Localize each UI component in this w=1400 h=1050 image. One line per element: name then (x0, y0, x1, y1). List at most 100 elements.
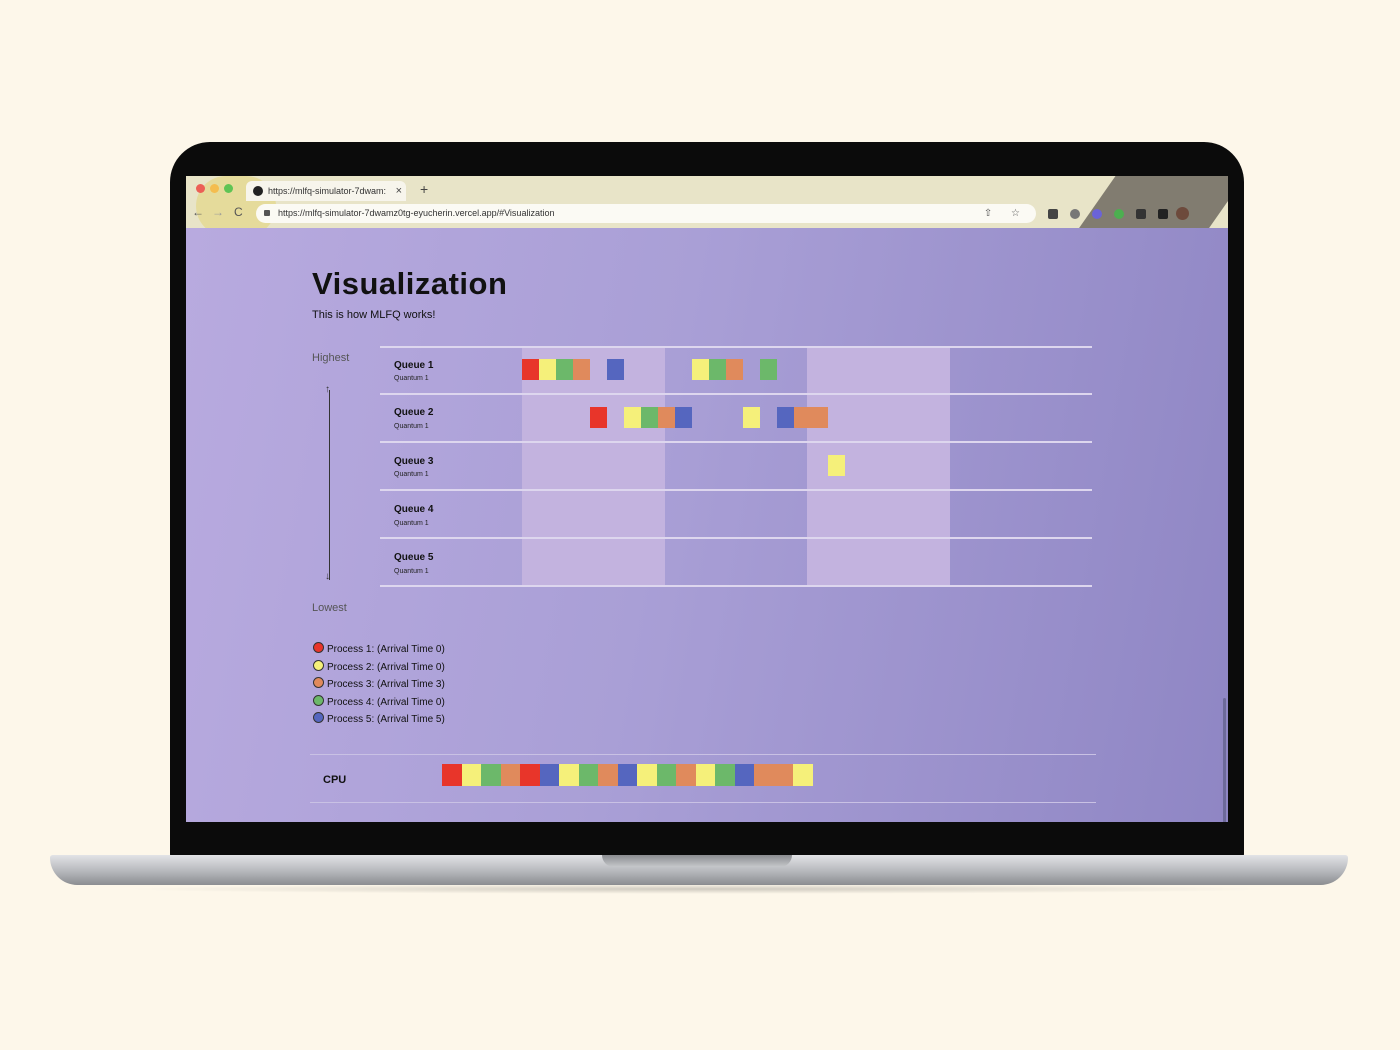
close-window-button[interactable] (196, 184, 205, 193)
cpu-process-3-block (754, 764, 774, 786)
time-band (522, 346, 665, 586)
queue-1-process-4-block (556, 359, 573, 380)
legend-item: Process 2: (Arrival Time 0) (313, 659, 445, 678)
priority-lowest-label: Lowest (312, 602, 347, 614)
favicon-icon (253, 186, 263, 196)
queue-divider (380, 537, 1092, 539)
queue-3-quantum: Quantum 1 (394, 471, 429, 478)
queue-2-name: Queue 2 (394, 407, 434, 418)
back-button[interactable]: ← (192, 205, 204, 219)
share-bookmark-icons[interactable]: ⇧ ☆ (984, 204, 1028, 223)
cpu-process-5-block (734, 764, 754, 786)
queue-2-process-1-block (590, 407, 607, 428)
new-tab-button[interactable]: + (420, 181, 428, 197)
queue-1-process-1-block (522, 359, 539, 380)
cpu-process-4-block (481, 764, 501, 786)
laptop-screen: https://mlfq-simulator-7dwam: × + ← → C … (186, 176, 1228, 822)
queue-5-name: Queue 5 (394, 552, 434, 563)
queue-2-process-2-block (624, 407, 641, 428)
queue-2-process-3-block (794, 407, 811, 428)
tab-title: https://mlfq-simulator-7dwam: (268, 186, 387, 196)
scrollbar[interactable] (1223, 698, 1226, 822)
process-label: Process 1: (327, 644, 375, 655)
process-swatch (313, 712, 324, 723)
browser-tab[interactable]: https://mlfq-simulator-7dwam: × (246, 181, 406, 201)
cpu-process-2-block (793, 764, 813, 786)
cpu-process-2-block (637, 764, 657, 786)
cpu-divider (310, 754, 1096, 755)
queue-3-process-2-block (828, 455, 845, 476)
cpu-process-1-block (520, 764, 540, 786)
queue-5-quantum: Quantum 1 (394, 568, 429, 575)
cpu-divider (310, 802, 1096, 803)
process-label: Process 2: (327, 661, 375, 673)
page-subtitle: This is how MLFQ works! (312, 309, 436, 321)
sidebar-icon[interactable] (1158, 209, 1168, 219)
queue-4-quantum: Quantum 1 (394, 520, 429, 527)
priority-axis (329, 390, 330, 580)
cpu-process-2-block (695, 764, 715, 786)
process-legend: Process 1: (Arrival Time 0) Process 2: (… (313, 642, 445, 730)
queue-1-process-2-block (692, 359, 709, 380)
process-label: Process 5: (327, 714, 375, 725)
queue-2-process-3-block (658, 407, 675, 428)
queue-1-process-4-block (760, 359, 777, 380)
legend-item: Process 5: (Arrival Time 5) (313, 712, 445, 730)
process-arrival: (Arrival Time 0) (377, 696, 445, 708)
reload-button[interactable]: C (234, 205, 243, 219)
process-swatch (313, 694, 324, 706)
queue-divider (380, 393, 1092, 395)
cpu-process-3-block (500, 764, 520, 786)
queue-grid: Queue 1 Quantum 1 Queue 2 Quantum 1 Queu… (380, 346, 1092, 588)
extension-icon[interactable] (1048, 209, 1058, 219)
cpu-process-3-block (773, 764, 793, 786)
tab-close-icon[interactable]: × (396, 181, 402, 201)
queue-1-process-5-block (607, 359, 624, 380)
cpu-process-2-block (461, 764, 481, 786)
extension-circle-icon[interactable] (1114, 209, 1124, 219)
process-swatch (313, 677, 324, 688)
maximize-window-button[interactable] (224, 184, 233, 193)
cpu-label: CPU (323, 774, 347, 786)
queue-2-process-5-block (675, 407, 692, 428)
queue-2-process-5-block (777, 407, 794, 428)
queue-divider (380, 489, 1092, 491)
cpu-process-3-block (676, 764, 696, 786)
queue-2-process-4-block (641, 407, 658, 428)
address-bar[interactable]: https://mlfq-simulator-7dwamz0tg-eyucher… (256, 204, 1036, 223)
queue-2-quantum: Quantum 1 (394, 423, 429, 430)
queue-divider (380, 346, 1092, 348)
queue-1-process-4-block (709, 359, 726, 380)
browser-chrome: https://mlfq-simulator-7dwam: × + ← → C … (186, 176, 1228, 228)
legend-item: Process 1: (Arrival Time 0) (313, 642, 445, 660)
laptop-shadow (120, 884, 1280, 894)
profile-avatar[interactable] (1176, 207, 1189, 220)
queue-3-name: Queue 3 (394, 456, 434, 467)
process-arrival: (Arrival Time 3) (377, 679, 445, 690)
process-arrival: (Arrival Time 0) (377, 644, 445, 655)
lock-icon (264, 210, 270, 216)
cpu-process-4-block (715, 764, 735, 786)
forward-button[interactable]: → (212, 205, 224, 219)
page-content: Visualization This is how MLFQ works! Hi… (186, 228, 1228, 822)
process-swatch (313, 659, 324, 671)
cpu-process-5-block (617, 764, 637, 786)
queue-1-name: Queue 1 (394, 360, 434, 371)
queue-4-name: Queue 4 (394, 504, 434, 515)
legend-item: Process 3: (Arrival Time 3) (313, 677, 445, 695)
queue-1-process-3-block (573, 359, 590, 380)
microphone-icon[interactable] (1070, 209, 1080, 219)
queue-1-process-2-block (539, 359, 556, 380)
cpu-process-4-block (578, 764, 598, 786)
priority-highest-label: Highest (312, 352, 350, 364)
laptop-notch (602, 855, 792, 867)
queue-1-quantum: Quantum 1 (394, 375, 429, 382)
process-arrival: (Arrival Time 0) (377, 661, 445, 673)
extension-gear-icon[interactable] (1092, 209, 1102, 219)
minimize-window-button[interactable] (210, 184, 219, 193)
queue-2-process-2-block (743, 407, 760, 428)
queue-divider (380, 441, 1092, 443)
queue-2-process-3-block (811, 407, 828, 428)
puzzle-icon[interactable] (1136, 209, 1146, 219)
legend-item: Process 4: (Arrival Time 0) (313, 694, 445, 713)
